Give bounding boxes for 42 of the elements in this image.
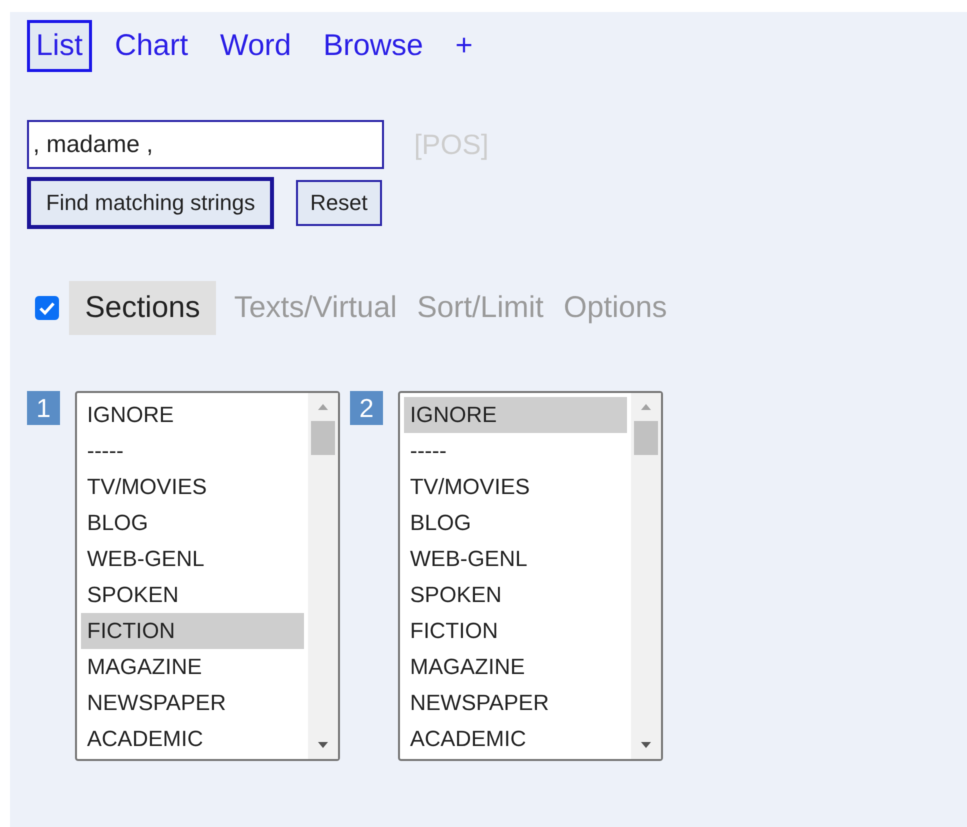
list-option[interactable]: TV/MOVIES xyxy=(81,469,304,505)
list-option[interactable]: IGNORE xyxy=(81,397,304,433)
list-option[interactable]: ACADEMIC xyxy=(81,721,304,757)
list-number: 1 xyxy=(27,391,60,425)
nav-tab[interactable]: Word xyxy=(211,20,300,72)
scroll-thumb[interactable] xyxy=(634,421,658,455)
search-field[interactable]: , madame , xyxy=(27,120,384,169)
nav-tab[interactable]: Chart xyxy=(106,20,198,72)
list-option[interactable]: SPOKEN xyxy=(81,577,304,613)
list-option[interactable]: BLOG xyxy=(81,505,304,541)
scroll-up-icon[interactable] xyxy=(640,403,652,411)
scrollbar[interactable] xyxy=(631,393,661,759)
scroll-thumb[interactable] xyxy=(311,421,335,455)
scroll-down-icon[interactable] xyxy=(317,741,329,749)
nav-tab[interactable]: List xyxy=(27,20,92,72)
list-option[interactable]: BLOG xyxy=(404,505,627,541)
list-option[interactable]: NEWSPAPER xyxy=(81,685,304,721)
section-listbox[interactable]: IGNORE ----- TV/MOVIES BLOG WEB-GENL SPOKEN FICTION MAGAZINE NEWSPAPER ACADEMIC xyxy=(75,391,340,761)
section-listbox[interactable]: IGNORE ----- TV/MOVIES BLOG WEB-GENL SPOKEN FICTION MAGAZINE NEWSPAPER ACADEMIC xyxy=(398,391,663,761)
scroll-down-icon[interactable] xyxy=(640,741,652,749)
list-option[interactable]: WEB-GENL xyxy=(404,541,627,577)
list-option[interactable]: SPOKEN xyxy=(404,577,627,613)
list-number: 2 xyxy=(350,391,383,425)
checkbox[interactable] xyxy=(35,296,59,320)
list-option[interactable]: ----- xyxy=(404,433,627,469)
list-option[interactable]: ----- xyxy=(81,433,304,469)
find-button[interactable]: Find matching strings xyxy=(27,177,274,229)
list-option[interactable]: NEWSPAPER xyxy=(404,685,627,721)
scroll-up-icon[interactable] xyxy=(317,403,329,411)
reset-button[interactable]: Reset xyxy=(296,180,382,226)
list-option[interactable]: WEB-GENL xyxy=(81,541,304,577)
list-option[interactable]: TV/MOVIES xyxy=(404,469,627,505)
list-option[interactable]: FICTION xyxy=(81,613,304,649)
nav-tab[interactable]: Browse xyxy=(314,20,432,72)
list-option[interactable]: ACADEMIC xyxy=(404,721,627,757)
list-option[interactable]: FICTION xyxy=(404,613,627,649)
scrollbar[interactable] xyxy=(308,393,338,759)
nav-tab[interactable]: + xyxy=(446,20,482,72)
section-tab[interactable]: Sections xyxy=(69,281,216,335)
list-option[interactable]: MAGAZINE xyxy=(404,649,627,685)
list-option[interactable]: IGNORE xyxy=(404,397,627,433)
list-option[interactable]: MAGAZINE xyxy=(81,649,304,685)
